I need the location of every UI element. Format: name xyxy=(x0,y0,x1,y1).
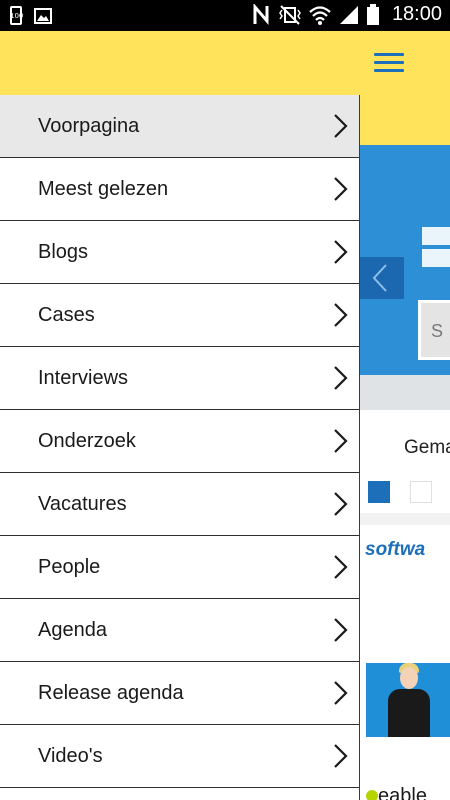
drawer-item-blogs[interactable]: Blogs xyxy=(0,221,359,284)
drawer-item-label: Blogs xyxy=(38,241,89,263)
signal-icon xyxy=(339,5,358,24)
drawer-item-label: Agenda xyxy=(38,619,107,641)
chevron-right-icon xyxy=(334,618,348,642)
chevron-right-icon xyxy=(334,744,348,768)
article-thumbnail[interactable] xyxy=(366,663,450,737)
navigation-drawer: Voorpagina Meest gelezen Blogs Cases Int… xyxy=(0,95,360,800)
carousel-previous-button[interactable] xyxy=(360,257,404,299)
drawer-item-label: Release agenda xyxy=(38,682,184,704)
battery-saver-level: 100 xyxy=(10,12,24,20)
hamburger-menu-icon[interactable] xyxy=(374,53,406,75)
chevron-right-icon xyxy=(334,303,348,327)
drawer-item-label: Video's xyxy=(38,745,103,767)
chevron-right-icon xyxy=(334,366,348,390)
windows-logo-icon xyxy=(422,227,450,267)
chevron-left-icon xyxy=(372,264,387,292)
gallery-icon xyxy=(34,7,52,24)
drawer-item-label: People xyxy=(38,556,101,578)
wifi-icon xyxy=(309,5,331,25)
background-header-strip xyxy=(360,95,450,145)
phone-screen: 100 18:00 S Gem softwa eable Voorpagina … xyxy=(0,0,450,800)
chevron-right-icon xyxy=(334,681,348,705)
drawer-item-agenda[interactable]: Agenda xyxy=(0,599,359,662)
sponsor-logo-2-text: eable xyxy=(378,785,427,800)
drawer-item-label: Vacatures xyxy=(38,493,127,515)
drawer-item-label: Onderzoek xyxy=(38,430,136,452)
nfc-icon xyxy=(253,3,269,25)
drawer-item-interviews[interactable]: Interviews xyxy=(0,347,359,410)
search-input[interactable]: S xyxy=(418,300,450,360)
section-label: Gema xyxy=(404,437,450,458)
brand-dot-icon xyxy=(366,790,378,800)
chevron-right-icon xyxy=(334,240,348,264)
drawer-item-cases[interactable]: Cases xyxy=(0,284,359,347)
chevron-right-icon xyxy=(334,555,348,579)
chevron-right-icon xyxy=(334,114,348,138)
sponsor-logo-text: softwa xyxy=(365,539,426,560)
chevron-right-icon xyxy=(334,177,348,201)
sponsor-logo-2[interactable]: eable xyxy=(366,785,427,800)
drawer-item-people[interactable]: People xyxy=(0,536,359,599)
battery-saver-icon: 100 xyxy=(10,6,24,25)
content-divider xyxy=(360,513,450,525)
search-placeholder: S xyxy=(431,321,444,341)
background-page: S Gema softwa eable xyxy=(360,95,450,800)
drawer-item-label: Meest gelezen xyxy=(38,178,169,200)
status-time: 18:00 xyxy=(391,3,442,25)
carousel-dot-active[interactable] xyxy=(368,481,390,503)
chevron-right-icon xyxy=(334,492,348,516)
battery-icon xyxy=(366,3,379,25)
drawer-item-voorpagina[interactable]: Voorpagina xyxy=(0,95,359,158)
status-bar-notifications: 100 xyxy=(10,6,52,25)
drawer-item-vacatures[interactable]: Vacatures xyxy=(0,473,359,536)
sponsor-logo[interactable]: softwa xyxy=(365,539,425,561)
drawer-item-videos[interactable]: Video's xyxy=(0,725,359,788)
chevron-right-icon xyxy=(334,429,348,453)
carousel-dot[interactable] xyxy=(410,481,432,503)
drawer-item-meest-gelezen[interactable]: Meest gelezen xyxy=(0,158,359,221)
drawer-item-onderzoek[interactable]: Onderzoek xyxy=(0,410,359,473)
vibrate-icon xyxy=(279,4,301,25)
drawer-item-release-agenda[interactable]: Release agenda xyxy=(0,662,359,725)
app-header xyxy=(0,31,450,95)
drawer-item-label: Cases xyxy=(38,304,95,326)
drawer-item-label: Voorpagina xyxy=(38,115,140,137)
drawer-item-label: Interviews xyxy=(38,367,129,389)
hero-carousel-footer xyxy=(360,375,450,410)
status-bar: 100 18:00 xyxy=(0,0,450,31)
status-bar-system: 18:00 xyxy=(252,3,442,26)
